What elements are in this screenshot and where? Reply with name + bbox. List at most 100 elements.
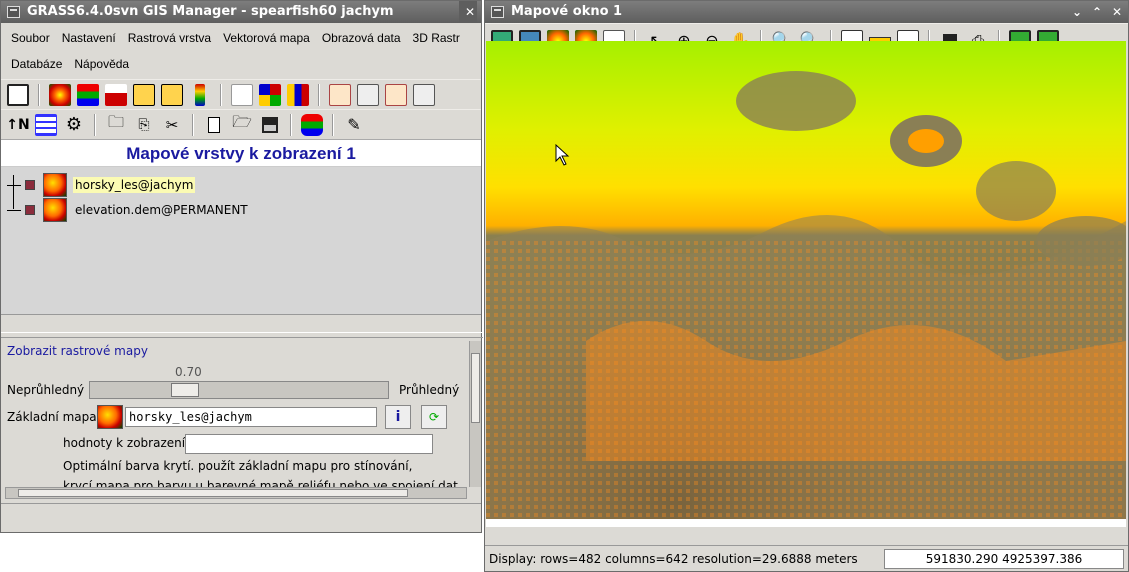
menu-soubor[interactable]: Soubor — [5, 25, 56, 51]
opacity-slider[interactable] — [89, 381, 389, 399]
add-chart-button[interactable] — [285, 82, 311, 108]
base-map-row: Základní mapa: horsky_les@jachym i ⟳ — [1, 405, 469, 433]
menu-napoveda[interactable]: Nápověda — [68, 51, 135, 77]
description-line: krycí mapa pro barvu u barevné mapě reli… — [63, 479, 458, 487]
close-icon[interactable]: ✕ — [463, 1, 477, 23]
opaque-label: Neprůhledný — [7, 383, 85, 397]
gm-statusbar — [1, 503, 481, 531]
open-button[interactable]: 🗁 — [229, 112, 255, 138]
menu-databaze[interactable]: Databáze — [5, 51, 68, 77]
new-file-icon — [208, 116, 220, 133]
window-menu-icon[interactable] — [491, 6, 504, 18]
add-legend-button[interactable] — [187, 82, 213, 108]
rgb-icon — [77, 83, 99, 106]
add-arrows-button[interactable] — [159, 82, 185, 108]
maximize-icon[interactable]: ⌃ — [1090, 1, 1104, 23]
vertical-scrollbar[interactable] — [469, 341, 481, 487]
minimize-icon[interactable]: ⌄ — [1070, 1, 1084, 23]
pencil-icon: ✎ — [347, 115, 361, 134]
labels-icon — [329, 83, 351, 106]
save-button[interactable] — [257, 112, 283, 138]
gis-manager-title: GRASS6.4.0svn GIS Manager - spearfish60 … — [27, 4, 394, 19]
layer-row[interactable]: horsky_les@jachym — [7, 173, 196, 197]
grid-icon — [35, 113, 57, 136]
cut-button[interactable]: ✂ — [159, 112, 185, 138]
legend-icon — [195, 83, 205, 106]
opacity-slider-thumb[interactable] — [171, 383, 199, 397]
gis-manager-titlebar[interactable]: GRASS6.4.0svn GIS Manager - spearfish60 … — [1, 1, 481, 23]
properties-title: Zobrazit rastrové mapy — [7, 344, 148, 358]
edit-button[interactable]: ✎ — [341, 112, 367, 138]
layer-checkbox[interactable] — [25, 180, 35, 190]
map-statusbar: Display: rows=482 columns=642 resolution… — [485, 545, 1128, 571]
menu-rastrova-vrstva[interactable]: Rastrová vrstva — [122, 25, 217, 51]
values-field[interactable] — [185, 434, 433, 454]
close-icon[interactable]: ✕ — [1110, 1, 1124, 23]
add-labels-button[interactable] — [327, 82, 353, 108]
map-canvas[interactable] — [486, 41, 1126, 527]
folder-icon: 🗀 — [107, 112, 124, 131]
copy-icon: ⎘ — [138, 116, 150, 133]
digitize-icon — [301, 113, 323, 136]
add-grid-button[interactable] — [33, 112, 59, 138]
floppy-icon — [262, 116, 278, 133]
opacity-value: 0.70 — [175, 365, 202, 379]
layer-tree: horsky_les@jachym elevation.dem@PERMANEN… — [1, 167, 481, 315]
map-titlebar[interactable]: Mapové okno 1 ⌄ ⌃ ✕ — [485, 1, 1128, 23]
layer-name[interactable]: elevation.dem@PERMANENT — [73, 202, 250, 218]
digitize-button[interactable] — [299, 112, 325, 138]
scrollbar-thumb[interactable] — [18, 489, 408, 497]
add-ps-text-button[interactable] — [411, 82, 437, 108]
transparent-label: Průhledný — [399, 383, 460, 397]
description-line: Optimální barva krytí. použít základní m… — [63, 459, 413, 473]
scissors-icon: ✂ — [165, 115, 179, 134]
new-display-button[interactable] — [5, 82, 31, 108]
add-vector-button[interactable] — [229, 82, 255, 108]
window-menu-icon[interactable] — [7, 6, 20, 18]
scrollbar-thumb[interactable] — [471, 353, 480, 423]
layer-properties: Zobrazit rastrové mapy 0.70 Neprůhledný … — [1, 341, 469, 487]
menu-obrazova-data[interactable]: Obrazová data — [316, 25, 407, 51]
raster-select-icon[interactable] — [97, 405, 123, 429]
menu-nastaveni[interactable]: Nastavení — [56, 25, 122, 51]
add-group-button[interactable]: 🗀 — [103, 112, 129, 138]
arrows-icon — [161, 83, 183, 106]
add-text-button[interactable] — [355, 82, 381, 108]
display-info: Display: rows=482 columns=642 resolution… — [489, 551, 858, 566]
layer-row[interactable]: elevation.dem@PERMANENT — [7, 198, 250, 222]
display-icon — [7, 83, 29, 106]
add-thematic-button[interactable] — [257, 82, 283, 108]
add-raster-button[interactable] — [47, 82, 73, 108]
layer-checkbox[interactable] — [25, 205, 35, 215]
layer-name[interactable]: horsky_les@jachym — [73, 177, 196, 193]
ps-icon — [385, 83, 407, 106]
north-arrow-icon: ↑N — [6, 116, 30, 133]
base-map-field[interactable]: horsky_les@jachym — [125, 407, 377, 427]
coordinates-field: 591830.290 4925397.386 — [884, 549, 1124, 569]
copy-button[interactable]: ⎘ — [131, 112, 157, 138]
opacity-row: 0.70 Neprůhledný Průhledný — [1, 361, 469, 401]
raster-icon — [49, 83, 71, 106]
add-rgb-button[interactable] — [75, 82, 101, 108]
new-button[interactable] — [201, 112, 227, 138]
info-button[interactable]: i — [385, 405, 411, 429]
run-button[interactable]: ⟳ — [421, 405, 447, 429]
menu-vektorova-mapa[interactable]: Vektorová mapa — [217, 25, 316, 51]
add-numbers-button[interactable] — [131, 82, 157, 108]
pane-sash[interactable] — [1, 332, 483, 338]
add-ps-button[interactable] — [383, 82, 409, 108]
map-window: Mapové okno 1 ⌄ ⌃ ✕ ↖ ⊕ ⊖ ✋ 🔍 🔍 ⎙ Displa… — [484, 0, 1129, 572]
layers-header: Mapové vrstvy k zobrazení 1 — [1, 139, 481, 167]
menu-3d-rastr[interactable]: 3D Rastr — [407, 25, 466, 51]
text-icon — [357, 83, 379, 106]
ps-text-icon — [413, 83, 435, 106]
open-folder-icon: 🗁 — [232, 112, 252, 131]
map-window-title: Mapové okno 1 — [511, 4, 623, 19]
add-histogram-button[interactable] — [103, 82, 129, 108]
add-north-arrow-button[interactable]: ↑N — [5, 112, 31, 138]
raster-layer-icon — [43, 173, 67, 197]
settings-button[interactable]: ⚙ — [61, 112, 87, 138]
base-map-label: Základní mapa: — [7, 410, 101, 424]
toolbar-layers — [1, 79, 481, 109]
horizontal-scrollbar[interactable] — [5, 487, 467, 499]
